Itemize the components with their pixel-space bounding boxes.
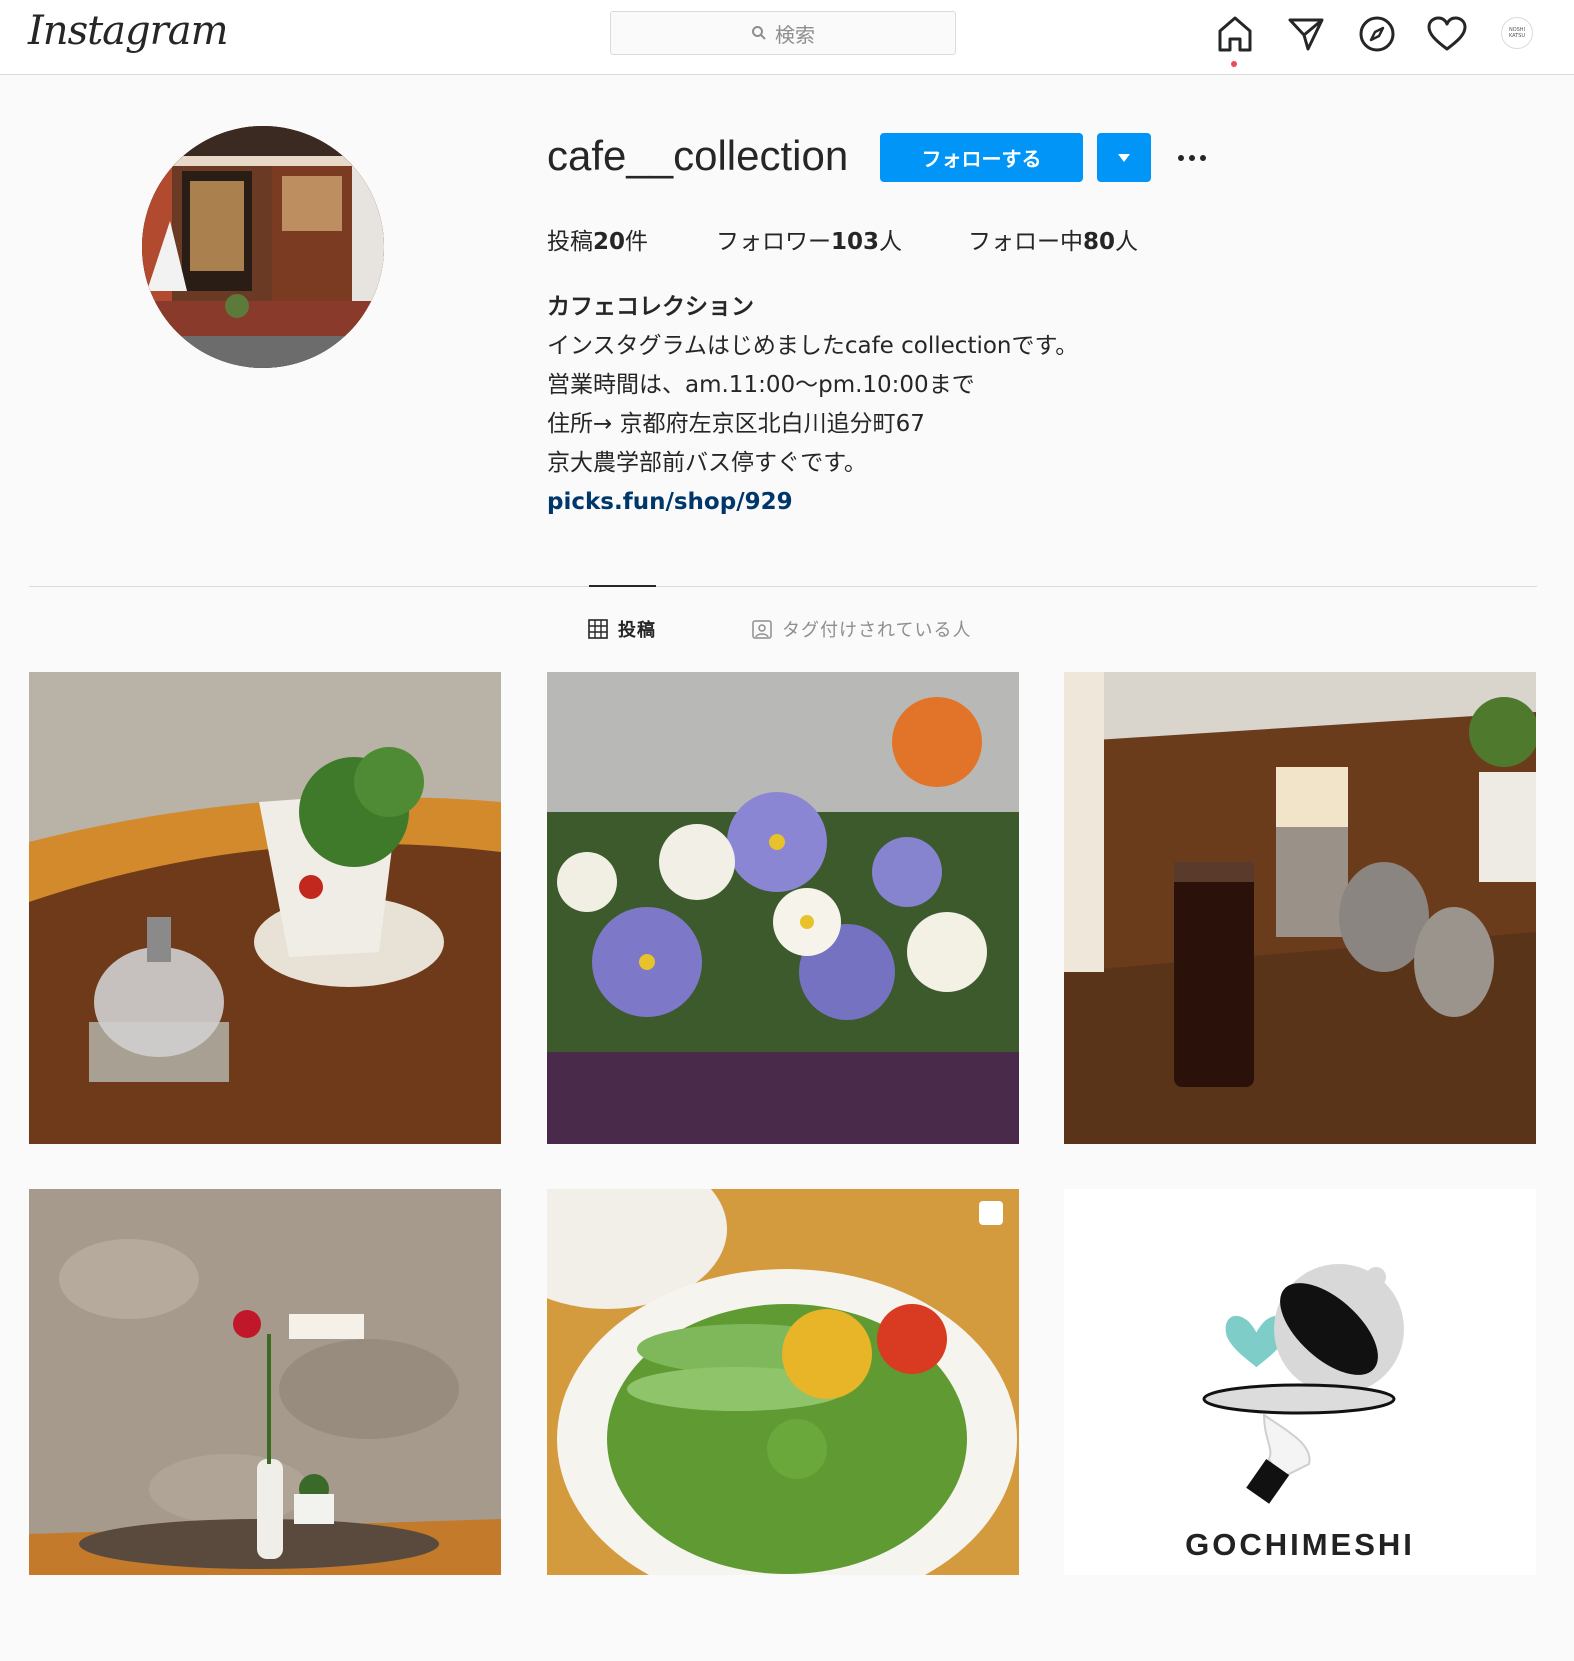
post-thumbnail[interactable] xyxy=(29,672,501,1144)
more-options-button[interactable] xyxy=(1170,140,1214,176)
profile-username: cafe__collection xyxy=(547,132,849,179)
tab-label: 投稿 xyxy=(618,620,656,641)
posts-count: 投稿20件 xyxy=(547,222,648,256)
post-image-iced-coffee xyxy=(1064,672,1536,1144)
caret-down-icon xyxy=(1118,153,1130,162)
bio-line: 住所→ 京都府左京区北白川追分町67 xyxy=(547,411,925,437)
top-navigation-bar: Instagram 検索 NOSHI KATSU xyxy=(0,0,1574,75)
notification-dot xyxy=(1231,61,1237,67)
post-thumbnail[interactable] xyxy=(547,1189,1019,1661)
bio-line: 京大農学部前バス停すぐです。 xyxy=(547,450,867,476)
tabs-divider xyxy=(29,586,1537,587)
stat-count: 103 xyxy=(831,229,880,255)
post-image-strawberry-plant xyxy=(29,672,501,1144)
gochimeshi-logo-text: GOCHIMESHI xyxy=(1185,1527,1415,1562)
mini-avatar-text: NOSHI KATSU xyxy=(1508,27,1526,39)
post-thumbnail[interactable]: GOCHIMESHI xyxy=(1064,1189,1536,1661)
active-tab-indicator xyxy=(589,585,656,587)
search-icon xyxy=(752,26,766,40)
follow-button[interactable]: フォローする xyxy=(880,133,1083,182)
stat-count: 80 xyxy=(1083,229,1116,255)
dot xyxy=(1200,155,1206,161)
stat-label: フォロワー xyxy=(716,229,831,255)
profile-display-name: カフェコレクション xyxy=(547,294,754,320)
dot xyxy=(1178,155,1184,161)
profile-avatar-icon[interactable]: NOSHI KATSU xyxy=(1501,17,1533,49)
tagged-person-icon xyxy=(752,620,772,639)
stat-label: フォロー中 xyxy=(968,229,1083,255)
bio-line: 営業時間は、am.11:00〜pm.10:00まで xyxy=(547,372,975,398)
suggested-accounts-dropdown-button[interactable] xyxy=(1097,133,1151,182)
bio-line: インスタグラムはじめましたcafe collectionです。 xyxy=(547,333,1079,359)
tab-label: タグ付けされている人 xyxy=(782,620,972,641)
stat-label: 投稿 xyxy=(547,229,593,255)
profile-picture[interactable] xyxy=(142,126,384,368)
instagram-logo[interactable]: Instagram xyxy=(28,8,229,54)
activity-heart-icon[interactable] xyxy=(1427,14,1467,54)
post-thumbnail[interactable] xyxy=(29,1189,501,1661)
post-image-rose-vase xyxy=(29,1189,501,1575)
stat-count: 20 xyxy=(593,229,626,255)
post-thumbnail[interactable] xyxy=(547,672,1019,1144)
explore-icon[interactable] xyxy=(1357,14,1397,54)
post-image-pansies xyxy=(547,672,1019,1144)
tab-tagged[interactable]: タグ付けされている人 xyxy=(752,616,971,642)
post-image-salad xyxy=(547,1189,1019,1575)
post-image-gochimeshi-logo xyxy=(1064,1189,1536,1575)
home-icon[interactable] xyxy=(1215,14,1255,54)
dot xyxy=(1189,155,1195,161)
followers-count[interactable]: フォロワー103人 xyxy=(716,222,902,256)
direct-message-icon[interactable] xyxy=(1286,14,1326,54)
following-count[interactable]: フォロー中80人 xyxy=(968,222,1138,256)
profile-bio: カフェコレクション インスタグラムはじめましたcafe collectionです… xyxy=(547,288,1078,522)
stat-suffix: 人 xyxy=(1115,229,1139,255)
search-input[interactable]: 検索 xyxy=(610,11,956,55)
search-placeholder: 検索 xyxy=(775,22,815,47)
post-thumbnail[interactable] xyxy=(1064,672,1536,1144)
tab-posts[interactable]: 投稿 xyxy=(588,616,656,642)
stat-suffix: 件 xyxy=(625,229,649,255)
grid-icon xyxy=(588,619,608,639)
profile-website-link[interactable]: picks.fun/shop/929 xyxy=(547,483,1078,522)
stat-suffix: 人 xyxy=(879,229,903,255)
